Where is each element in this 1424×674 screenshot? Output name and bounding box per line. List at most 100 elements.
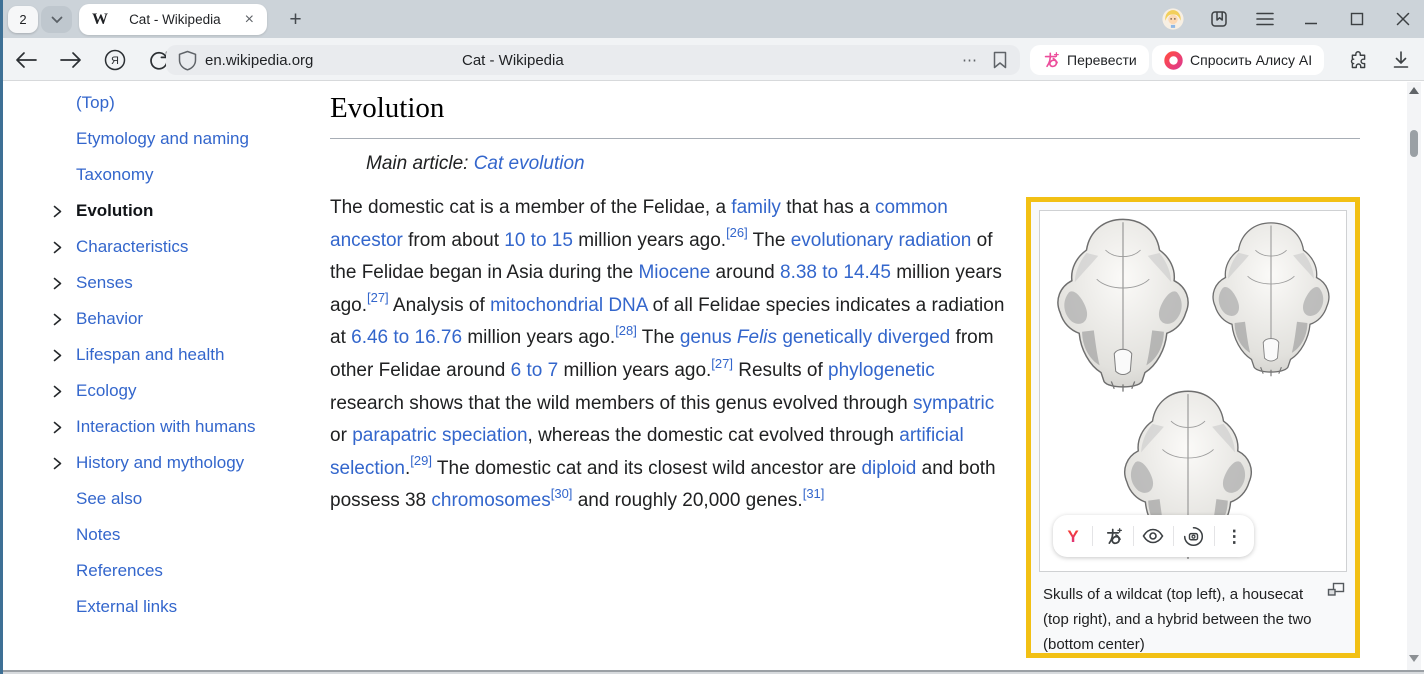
sidebar-item[interactable]: History and mythology xyxy=(40,445,330,481)
chevron-right-icon[interactable] xyxy=(52,277,76,290)
wiki-link[interactable]: 8.38 to 14.45 xyxy=(780,262,891,283)
sidebar-item[interactable]: (Top) xyxy=(40,85,330,121)
wiki-link[interactable]: phylogenetic xyxy=(828,360,935,381)
minimize-window-button[interactable] xyxy=(1300,8,1322,30)
wiki-link[interactable]: evolutionary radiation xyxy=(791,230,972,251)
reference-link[interactable]: [28] xyxy=(615,323,637,338)
shield-protect-icon xyxy=(178,50,197,71)
paragraph-text: from about xyxy=(403,230,504,251)
page-content: (Top) Etymology and naming xyxy=(3,82,1407,670)
wiki-link[interactable]: 6 to 7 xyxy=(511,360,559,381)
vertical-scrollbar[interactable] xyxy=(1407,82,1421,670)
yandex-search-button[interactable]: Я xyxy=(102,47,128,73)
sidebar-item-label: Ecology xyxy=(76,381,136,401)
sidebar-item-label: Interaction with humans xyxy=(76,417,256,437)
wiki-link[interactable]: family xyxy=(731,197,781,218)
visual-search-button[interactable] xyxy=(1182,524,1206,548)
reference-link[interactable]: [27] xyxy=(367,290,389,305)
add-bookmark-icon[interactable] xyxy=(992,51,1008,69)
sidebar-item[interactable]: See also xyxy=(40,481,330,517)
tab-counter-button[interactable]: 2 xyxy=(8,6,38,33)
tab-cat-wikipedia[interactable]: W Cat - Wikipedia × xyxy=(79,4,267,35)
sidebar-item[interactable]: Behavior xyxy=(40,301,330,337)
address-bar-page-title: Cat - Wikipedia xyxy=(462,52,564,69)
chevron-right-icon[interactable] xyxy=(52,349,76,362)
maximize-window-button[interactable] xyxy=(1346,8,1368,30)
paragraph-text: The xyxy=(748,230,791,251)
paragraph-text: million years ago. xyxy=(573,230,726,251)
sidebar-item[interactable]: Notes xyxy=(40,517,330,553)
sidebar-item[interactable]: Characteristics xyxy=(40,229,330,265)
figure-skulls[interactable]: Y xyxy=(1026,197,1360,658)
reference-link[interactable]: [27] xyxy=(711,356,733,371)
figure-caption: Skulls of a wildcat (top left), a housec… xyxy=(1039,572,1347,667)
article-paragraph: The domestic cat is a member of the Feli… xyxy=(330,192,1006,518)
translate-button[interactable]: Перевести xyxy=(1030,45,1149,75)
sidebar-item-label: Characteristics xyxy=(76,237,188,257)
wiki-link[interactable]: 6.46 to 16.76 xyxy=(351,327,462,348)
sidebar-item[interactable]: External links xyxy=(40,589,330,625)
window-border-left xyxy=(0,0,3,674)
view-image-button[interactable] xyxy=(1141,524,1165,548)
chevron-right-icon[interactable] xyxy=(52,385,76,398)
translate-image-button[interactable] xyxy=(1101,524,1125,548)
image-more-options-button[interactable]: ⋮ xyxy=(1222,524,1246,548)
enlarge-image-button[interactable] xyxy=(1327,581,1345,597)
wiki-link[interactable]: Miocene xyxy=(638,262,710,283)
profile-avatar[interactable] xyxy=(1162,8,1184,30)
paragraph-text: research shows that the wild members of … xyxy=(330,393,913,414)
bookmark-icon xyxy=(1209,9,1229,29)
paragraph-text: The domestic cat and its closest wild an… xyxy=(432,458,861,479)
reference-link[interactable]: [26] xyxy=(726,225,748,240)
forward-button[interactable] xyxy=(58,47,84,73)
wiki-link[interactable]: chromosomes xyxy=(431,490,550,511)
sidebar-item[interactable]: Senses xyxy=(40,265,330,301)
sidebar-item[interactable]: Lifespan and health xyxy=(40,337,330,373)
back-button[interactable] xyxy=(13,47,39,73)
chevron-right-icon[interactable] xyxy=(52,241,76,254)
yandex-image-search-button[interactable]: Y xyxy=(1061,524,1085,548)
scrollbar-thumb[interactable] xyxy=(1410,130,1418,157)
chevron-right-icon[interactable] xyxy=(52,313,76,326)
scroll-up-arrow[interactable] xyxy=(1409,87,1419,94)
bookmarks-panel-button[interactable] xyxy=(1208,8,1230,30)
chevron-right-icon[interactable] xyxy=(52,457,76,470)
minimize-icon xyxy=(1304,12,1318,26)
wiki-link[interactable]: 10 to 15 xyxy=(504,230,573,251)
sidebar-item[interactable]: Evolution xyxy=(40,193,330,229)
reference-link[interactable]: [30] xyxy=(551,486,573,501)
chevron-right-icon[interactable] xyxy=(52,421,76,434)
sidebar-item[interactable]: Interaction with humans xyxy=(40,409,330,445)
browser-menu-button[interactable] xyxy=(1254,8,1276,30)
wiki-link[interactable]: genus xyxy=(680,327,732,348)
sidebar-item[interactable]: Taxonomy xyxy=(40,157,330,193)
chevron-right-icon[interactable] xyxy=(52,205,76,218)
wiki-link[interactable]: Felis xyxy=(737,327,777,348)
alice-logo-icon xyxy=(1164,51,1183,70)
wiki-link[interactable]: mitochondrial DNA xyxy=(490,295,647,316)
reference-link[interactable]: [31] xyxy=(803,486,825,501)
ask-alice-button[interactable]: Спросить Алису AI xyxy=(1152,45,1324,75)
wildcat-skull xyxy=(1058,219,1188,391)
tab-list-dropdown-button[interactable] xyxy=(41,6,72,33)
extensions-button[interactable] xyxy=(1345,47,1371,73)
site-more-options-button[interactable]: ⋯ xyxy=(962,51,978,69)
scroll-down-arrow[interactable] xyxy=(1409,655,1419,662)
sidebar-item[interactable]: Etymology and naming xyxy=(40,121,330,157)
avatar-icon xyxy=(1162,6,1184,32)
close-window-button[interactable] xyxy=(1392,8,1414,30)
new-tab-button[interactable]: + xyxy=(281,5,310,34)
downloads-button[interactable] xyxy=(1388,47,1414,73)
hatnote-link[interactable]: Cat evolution xyxy=(474,153,585,174)
sidebar-item[interactable]: Ecology xyxy=(40,373,330,409)
forward-arrow-icon xyxy=(60,51,82,69)
skulls-image[interactable]: Y xyxy=(1039,210,1347,572)
wiki-link[interactable]: diploid xyxy=(861,458,916,479)
tab-close-icon[interactable]: × xyxy=(242,10,257,30)
wiki-link[interactable]: parapatric speciation xyxy=(352,425,527,446)
wiki-link[interactable]: genetically diverged xyxy=(782,327,950,348)
address-bar[interactable]: en.wikipedia.org Cat - Wikipedia ⋯ xyxy=(166,45,1020,75)
wiki-link[interactable]: sympatric xyxy=(913,393,994,414)
sidebar-item[interactable]: References xyxy=(40,553,330,589)
reference-link[interactable]: [29] xyxy=(410,453,432,468)
